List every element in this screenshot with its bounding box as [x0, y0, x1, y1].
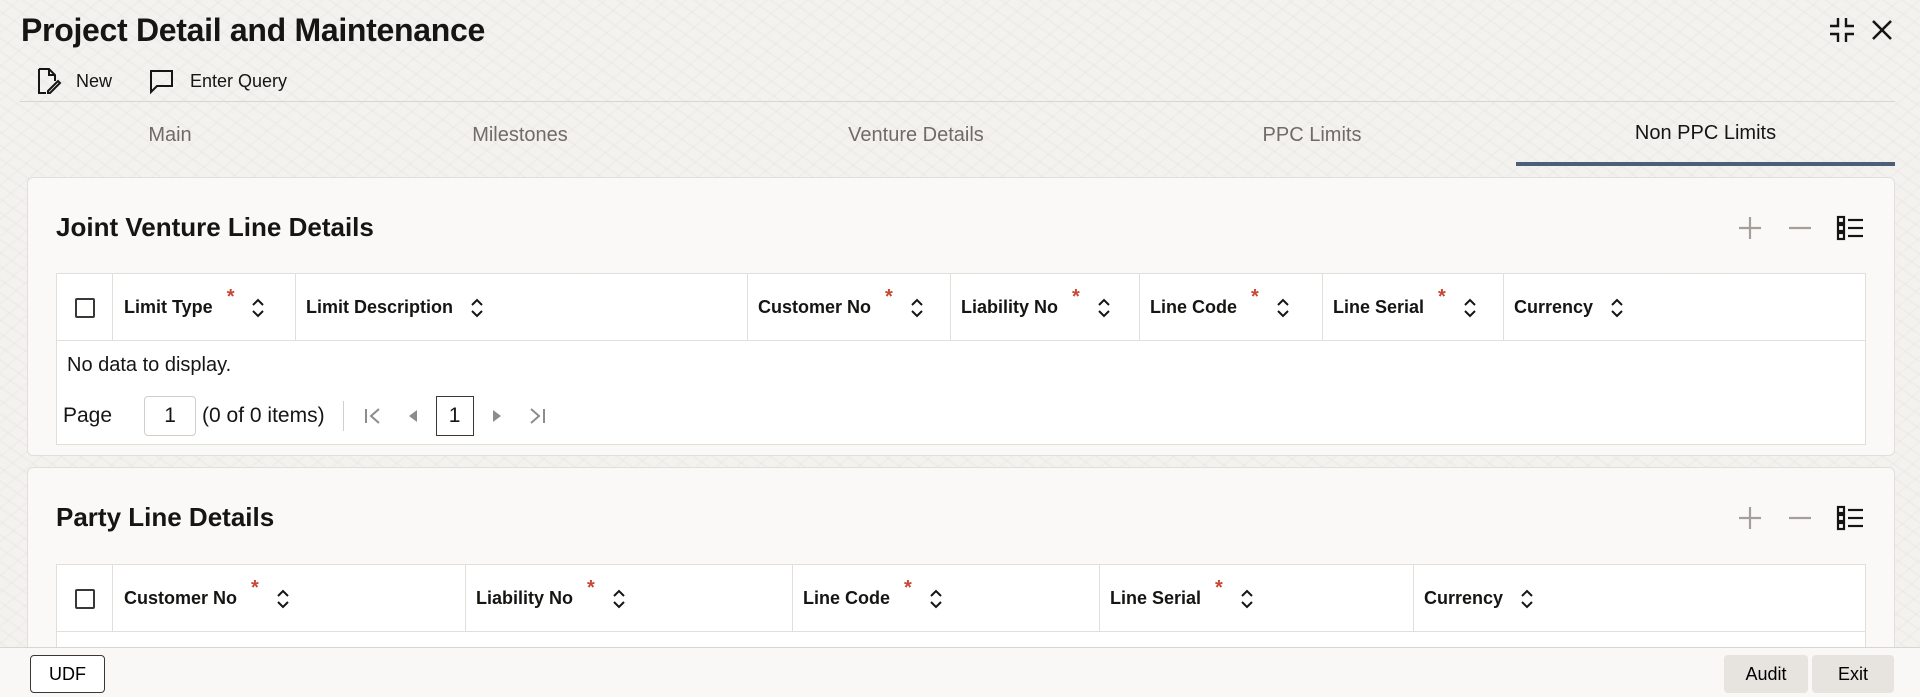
tab-milestones[interactable]: Milestones	[370, 104, 670, 166]
minimize-icon[interactable]	[1826, 14, 1858, 46]
footer-bar: UDF Audit Exit	[0, 647, 1920, 697]
required-marker: *	[1438, 286, 1446, 308]
remove-row-icon[interactable]	[1784, 502, 1816, 534]
page-title: Project Detail and Maintenance	[21, 12, 486, 48]
last-page-icon[interactable]	[522, 401, 552, 431]
prev-page-icon[interactable]	[398, 401, 428, 431]
exit-button[interactable]: Exit	[1812, 655, 1894, 693]
empty-message: No data to display.	[67, 354, 232, 376]
list-view-icon[interactable]	[1834, 502, 1866, 534]
current-page[interactable]: 1	[435, 396, 474, 436]
col-line-code[interactable]: Line Code *	[793, 565, 1100, 632]
tab-ppc-limits[interactable]: PPC Limits	[1162, 104, 1462, 166]
required-marker: *	[251, 577, 259, 599]
tab-main[interactable]: Main	[20, 104, 320, 166]
new-button[interactable]: New	[32, 64, 112, 98]
required-marker: *	[1251, 286, 1259, 308]
required-marker: *	[226, 286, 235, 308]
page-number-input[interactable]: 1	[144, 396, 197, 436]
sort-icon[interactable]	[1096, 298, 1112, 318]
select-all-checkbox[interactable]	[74, 588, 95, 609]
col-customer-no[interactable]: Customer No *	[748, 274, 951, 341]
items-count: (0 of 0 items)	[202, 404, 325, 427]
select-all-checkbox[interactable]	[74, 297, 95, 318]
pager-divider	[342, 401, 344, 431]
page-label: Page	[63, 404, 113, 427]
col-currency[interactable]: Currency	[1414, 565, 1865, 632]
required-marker: *	[904, 577, 912, 599]
col-liability-no[interactable]: Liability No *	[466, 565, 793, 632]
party-line-panel: Party Line Details Customer No * Liabilit…	[27, 467, 1895, 658]
udf-button[interactable]: UDF	[30, 655, 105, 693]
sort-icon[interactable]	[469, 298, 485, 318]
col-currency[interactable]: Currency	[1504, 274, 1865, 341]
required-marker: *	[587, 577, 595, 599]
joint-venture-title: Joint Venture Line Details	[56, 212, 374, 242]
title-bar: Project Detail and Maintenance	[0, 0, 1920, 62]
enter-query-label: Enter Query	[190, 70, 288, 91]
add-row-icon[interactable]	[1734, 212, 1766, 244]
tab-bar: Main Milestones Venture Details PPC Limi…	[0, 104, 1920, 166]
sort-icon[interactable]	[909, 298, 925, 318]
required-marker: *	[885, 286, 893, 308]
grid-header: Customer No * Liability No * Line Code * Li…	[57, 565, 1865, 632]
party-line-grid: Customer No * Liability No * Line Code * Li…	[56, 564, 1866, 658]
sort-icon[interactable]	[1519, 589, 1535, 609]
tab-venture-details[interactable]: Venture Details	[766, 104, 1066, 166]
new-document-icon	[38, 68, 62, 94]
close-icon[interactable]	[1866, 14, 1898, 46]
col-line-serial[interactable]: Line Serial *	[1100, 565, 1414, 632]
tab-non-ppc-limits[interactable]: Non PPC Limits	[1516, 104, 1895, 166]
first-page-icon[interactable]	[358, 401, 388, 431]
col-limit-description[interactable]: Limit Description	[296, 274, 748, 341]
joint-venture-panel: Joint Venture Line Details Limit Type * L…	[27, 177, 1895, 456]
col-line-code[interactable]: Line Code *	[1140, 274, 1323, 341]
next-page-icon[interactable]	[482, 401, 512, 431]
party-line-title: Party Line Details	[56, 502, 275, 532]
enter-query-button[interactable]: Enter Query	[146, 64, 287, 98]
new-label: New	[76, 70, 113, 91]
grid-header: Limit Type * Limit Description Customer N…	[57, 274, 1865, 341]
col-line-serial[interactable]: Line Serial *	[1323, 274, 1504, 341]
required-marker: *	[1072, 286, 1080, 308]
remove-row-icon[interactable]	[1784, 212, 1816, 244]
query-chat-icon	[150, 70, 173, 95]
joint-venture-grid: Limit Type * Limit Description Customer N…	[56, 273, 1866, 445]
add-row-icon[interactable]	[1734, 502, 1766, 534]
col-limit-type[interactable]: Limit Type *	[114, 274, 296, 341]
sort-icon[interactable]	[1239, 589, 1255, 609]
pagination: Page 1 (0 of 0 items) 1	[63, 396, 552, 436]
list-view-icon[interactable]	[1834, 212, 1866, 244]
toolbar: New Enter Query	[20, 60, 1895, 102]
sort-icon[interactable]	[275, 589, 291, 609]
sort-icon[interactable]	[1275, 298, 1291, 318]
sort-icon[interactable]	[1462, 298, 1478, 318]
col-liability-no[interactable]: Liability No *	[951, 274, 1140, 341]
col-customer-no[interactable]: Customer No *	[114, 565, 466, 632]
sort-icon[interactable]	[250, 298, 266, 318]
sort-icon[interactable]	[928, 589, 944, 609]
required-marker: *	[1215, 577, 1223, 599]
sort-icon[interactable]	[611, 589, 627, 609]
sort-icon[interactable]	[1609, 298, 1625, 318]
audit-button[interactable]: Audit	[1724, 655, 1808, 693]
